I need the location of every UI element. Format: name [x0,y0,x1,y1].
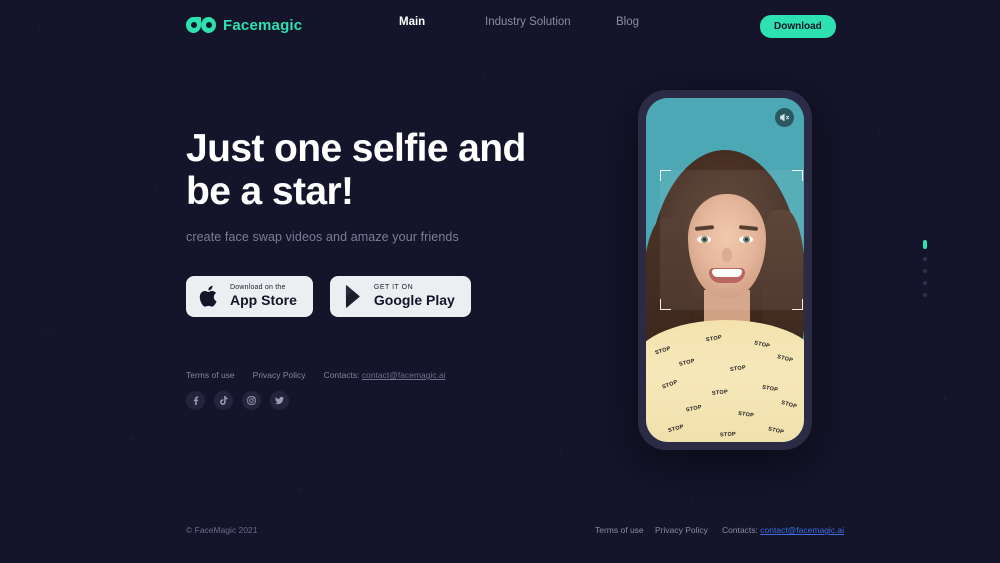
nav-links: Main Industry Solution Blog [0,0,1000,50]
store-badges: Download on the App Store GET IT ON Goog… [186,275,606,317]
app-store-text: Download on the App Store [230,284,297,309]
face-detection-frame [660,170,803,310]
hero-contacts-email[interactable]: contact@facemagic.ai [362,370,446,380]
footer-contacts-email[interactable]: contact@facemagic.ai [760,525,844,535]
google-play-button[interactable]: GET IT ON Google Play [329,275,471,317]
speaker-muted-icon[interactable] [775,108,794,127]
hero-terms-of-use-link[interactable]: Terms of use [186,370,235,380]
top-navigation-bar: Facemagic Main Industry Solution Blog Do… [0,0,1000,50]
google-play-icon [345,285,360,308]
scroll-dot-1[interactable] [923,257,927,261]
hero-legal-links: Terms of use Privacy Policy Contacts: co… [186,370,446,380]
google-play-text: GET IT ON Google Play [374,284,455,309]
hero-contacts: Contacts: contact@facemagic.ai [324,370,446,380]
google-play-small-label: GET IT ON [373,284,414,292]
frame-corner-bottom-left [660,299,671,310]
phone-mockup: STOP STOP STOP STOP STOP STOP STOP STOP STOP STOP… [638,90,812,450]
frame-corner-top-right [792,170,803,181]
frame-corner-top-left [660,170,671,181]
footer-privacy-policy-link[interactable]: Privacy Policy [655,525,708,535]
app-store-big-label: App Store [230,291,297,308]
app-store-small-label: Download on the [230,284,286,292]
footer-terms-of-use-link[interactable]: Terms of use [595,525,644,535]
apple-icon [199,285,217,307]
hero-section: Just one selfie and be a star! create fa… [186,127,606,317]
scroll-dot-3[interactable] [923,281,927,285]
hero-subtitle: create face swap videos and amaze your f… [186,229,459,244]
download-button[interactable]: Download [760,15,836,38]
copyright-text: © FaceMagic 2021 [186,525,258,535]
phone-screen: STOP STOP STOP STOP STOP STOP STOP STOP STOP STOP… [646,98,804,442]
nav-item-blog[interactable]: Blog [616,16,639,28]
stop-text: STOP [719,431,737,439]
facebook-icon[interactable] [186,391,205,410]
page-footer: © FaceMagic 2021 Terms of use Privacy Po… [0,525,1000,541]
tiktok-icon[interactable] [214,391,233,410]
page-title: Just one selfie and be a star! [186,127,526,213]
twitter-icon[interactable] [270,391,289,410]
app-store-button[interactable]: Download on the App Store [186,275,313,317]
footer-contacts: Contacts: contact@facemagic.ai [722,525,844,535]
frame-corner-bottom-right [792,299,803,310]
scroll-dot-2[interactable] [923,269,927,273]
hero-privacy-policy-link[interactable]: Privacy Policy [253,370,306,380]
social-links [186,391,289,410]
nav-item-industry-solution[interactable]: Industry Solution [485,16,571,28]
scroll-dot-4[interactable] [923,293,927,297]
google-play-big-label: Google Play [373,291,455,308]
footer-contacts-label: Contacts: [722,525,758,535]
scroll-indicator[interactable] [923,240,927,297]
nav-item-main[interactable]: Main [399,16,425,28]
hero-contacts-label: Contacts: [323,370,360,380]
scroll-dot-0[interactable] [923,240,927,249]
instagram-icon[interactable] [242,391,261,410]
